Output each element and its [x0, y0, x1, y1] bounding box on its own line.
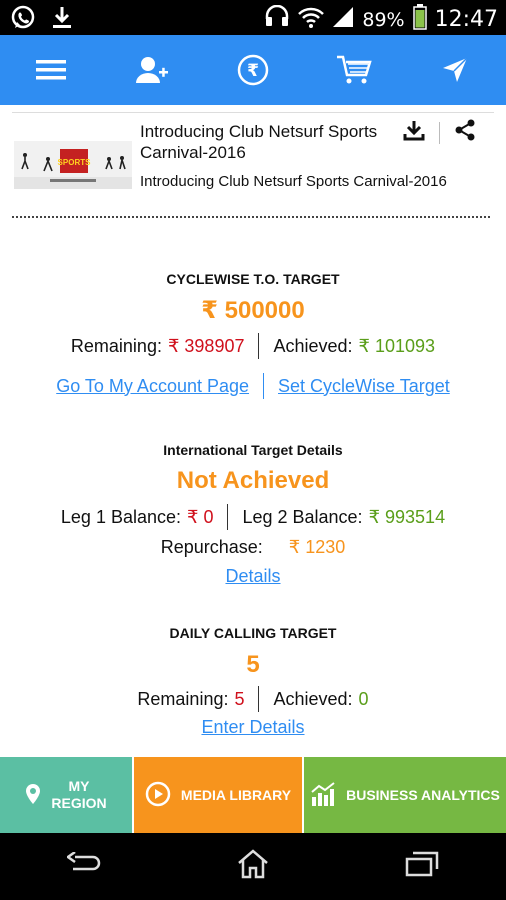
location-pin-icon [25, 783, 41, 808]
details-row: Details [0, 566, 506, 587]
signal-icon [332, 6, 354, 33]
action-separator [439, 121, 440, 144]
leg-balances: Leg 1 Balance: ₹ 0 Leg 2 Balance: ₹ 9935… [0, 504, 506, 530]
news-banner[interactable]: SPORTS Introducing Club Netsurf Sports C… [12, 112, 494, 222]
home-icon[interactable] [236, 849, 270, 884]
my-region-tile[interactable]: MY REGION [0, 757, 134, 833]
link-divider [263, 373, 265, 399]
account-page-link[interactable]: Go To My Account Page [56, 376, 249, 397]
details-link[interactable]: Details [225, 566, 280, 587]
stat-divider [258, 686, 260, 712]
business-analytics-label: BUSINESS ANALYTICS [346, 787, 500, 803]
remaining-label: Remaining: [70, 335, 162, 356]
download-icon[interactable] [403, 119, 425, 146]
system-nav-bar [0, 833, 506, 900]
banner-image[interactable]: SPORTS [14, 141, 132, 189]
menu-icon[interactable] [26, 45, 76, 95]
set-target-link[interactable]: Set CycleWise Target [278, 376, 450, 397]
enter-details-row: Enter Details [0, 717, 506, 738]
international-title: International Target Details [163, 442, 343, 458]
daily-stats: Remaining: 5 Achieved: 0 [0, 686, 506, 712]
daily-remaining-value: 5 [234, 688, 245, 709]
banner-title[interactable]: Introducing Club Netsurf Sports Carnival… [140, 121, 400, 163]
stat-divider [227, 504, 229, 530]
back-icon[interactable] [66, 850, 101, 881]
cyclewise-title: CYCLEWISE T.O. TARGET [166, 271, 340, 287]
svg-text:₹: ₹ [247, 61, 259, 81]
add-user-icon[interactable] [127, 45, 177, 95]
banner-subtitle: Introducing Club Netsurf Sports Carnival… [140, 173, 447, 190]
clock: 12:47 [434, 7, 498, 32]
cyclewise-links: Go To My Account Page Set CycleWise Targ… [0, 373, 506, 399]
section-divider [12, 216, 490, 218]
media-library-label: MEDIA LIBRARY [180, 787, 292, 803]
leg1-label: Leg 1 Balance: [60, 506, 181, 527]
leg2-value: ₹ 993514 [368, 506, 446, 527]
region-label-line2: REGION [51, 795, 107, 811]
svg-text:SPORTS: SPORTS [58, 158, 92, 167]
cyclewise-stats: Remaining: ₹ 398907 Achieved: ₹ 101093 [0, 333, 506, 359]
share-icon[interactable] [454, 119, 476, 146]
recent-apps-icon[interactable] [405, 851, 439, 882]
stat-divider [258, 333, 260, 359]
play-circle-icon [145, 781, 171, 810]
enter-details-link[interactable]: Enter Details [201, 717, 304, 738]
repurchase-row: Repurchase: ₹ 1230 [0, 537, 506, 558]
cart-icon[interactable] [329, 45, 379, 95]
leg2-label: Leg 2 Balance: [242, 506, 363, 527]
whatsapp-icon [10, 5, 36, 36]
cyclewise-amount: ₹ 500000 [201, 297, 305, 324]
status-bar: 89% 12:47 [0, 0, 506, 35]
daily-title: DAILY CALLING TARGET [169, 625, 337, 641]
battery-percent: 89% [362, 8, 405, 31]
battery-icon [412, 4, 427, 35]
leg1-value: ₹ 0 [187, 506, 214, 527]
daily-achieved-value: 0 [358, 688, 369, 709]
daily-achieved-label: Achieved: [273, 688, 353, 709]
repurchase-label: Repurchase: [160, 537, 263, 557]
app-bar: ₹ [0, 35, 506, 105]
analytics-chart-icon [310, 781, 336, 810]
media-library-tile[interactable]: MEDIA LIBRARY [134, 757, 304, 833]
achieved-label: Achieved: [273, 335, 353, 356]
daily-remaining-label: Remaining: [137, 688, 229, 709]
daily-value: 5 [246, 651, 260, 678]
download-icon [50, 5, 74, 36]
headset-icon [264, 4, 290, 34]
bottom-tiles: MY REGION MEDIA LIBRARY BUSINESS ANALYTI… [0, 757, 506, 833]
wifi-icon [298, 6, 325, 33]
achieved-value: ₹ 101093 [358, 335, 436, 356]
business-analytics-tile[interactable]: BUSINESS ANALYTICS [304, 757, 506, 833]
remaining-value: ₹ 398907 [167, 335, 245, 356]
repurchase-value: ₹ 1230 [288, 537, 346, 557]
international-status: Not Achieved [176, 467, 330, 494]
navigate-icon[interactable] [430, 45, 480, 95]
region-label-line1: MY [68, 778, 90, 794]
rupee-icon[interactable]: ₹ [228, 45, 278, 95]
